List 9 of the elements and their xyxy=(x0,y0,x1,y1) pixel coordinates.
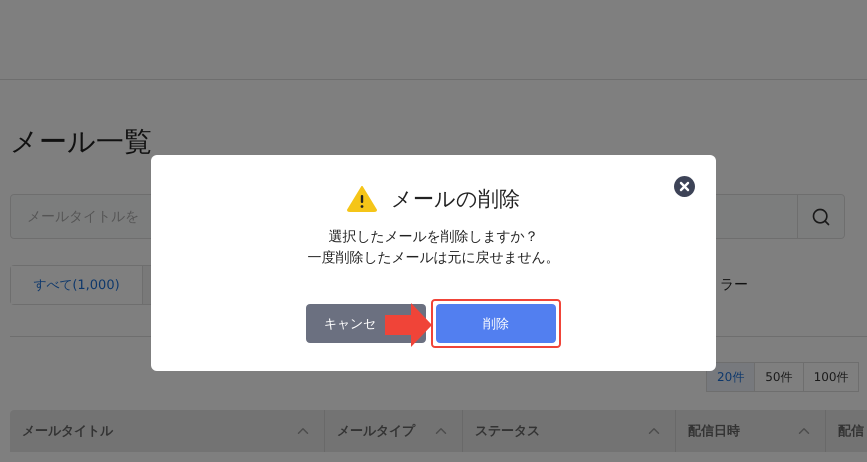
dialog-message: 選択したメールを削除しますか？ 一度削除したメールは元に戻せません。 xyxy=(308,228,560,268)
column-header-label: 配信 xyxy=(838,423,864,440)
filter-tab-label: ラー xyxy=(720,276,748,294)
column-header-label: メールタイトル xyxy=(22,423,113,440)
column-header-label: メールタイプ xyxy=(337,422,415,440)
dialog-title: メールの削除 xyxy=(391,186,520,213)
page-title: メール一覧 xyxy=(10,124,153,160)
column-header-label: 配信日時 xyxy=(688,423,740,440)
column-header-label: ステータス xyxy=(475,423,540,440)
